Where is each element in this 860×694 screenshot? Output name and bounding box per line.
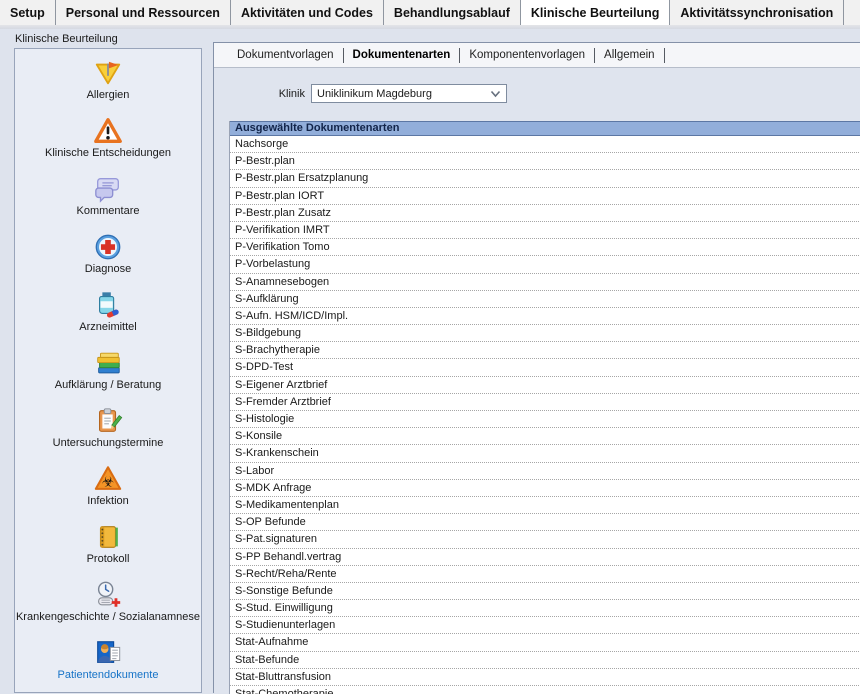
warning-triangle-icon (93, 116, 123, 146)
diagnosis-cross-icon (93, 232, 123, 262)
table-row[interactable]: Nachsorge (230, 136, 860, 153)
sidebar-item-label: Krankengeschichte / Sozialanamnese (16, 611, 200, 623)
patient-document-icon (93, 638, 123, 668)
sidebar-item-klinische-entscheidungen[interactable]: Klinische Entscheidungen (15, 116, 201, 174)
sidebar-item-label: Klinische Entscheidungen (45, 147, 171, 159)
table-row[interactable]: S-Aufklärung (230, 291, 860, 308)
tab-allgemein[interactable]: Allgemein (595, 48, 665, 63)
allergy-flag-icon (93, 58, 123, 88)
sidebar-item-kommentare[interactable]: Kommentare (15, 174, 201, 232)
clipboard-pencil-icon (93, 406, 123, 436)
sidebar-item-label: Aufklärung / Beratung (55, 379, 161, 391)
table-row[interactable]: P-Bestr.plan (230, 153, 860, 170)
table-row[interactable]: S-Labor (230, 463, 860, 480)
main-panel: Dokumentvorlagen Dokumentenarten Kompone… (213, 42, 860, 693)
table-row[interactable]: S-Medikamentenplan (230, 497, 860, 514)
chevron-down-icon (490, 90, 501, 98)
table-row[interactable]: S-PP Behandl.vertrag (230, 549, 860, 566)
klinik-row: Klinik Uniklinikum Magdeburg (229, 84, 507, 103)
tab-dokumentvorlagen[interactable]: Dokumentvorlagen (228, 48, 344, 63)
sidebar-item-untersuchungstermine[interactable]: Untersuchungstermine (15, 406, 201, 464)
biohazard-icon: ☣ (93, 464, 123, 494)
table-row[interactable]: S-DPD-Test (230, 359, 860, 376)
clock-scroll-icon (93, 580, 123, 610)
sidebar-item-aufklaerung-beratung[interactable]: Aufklärung / Beratung (15, 348, 201, 406)
notebook-icon (93, 522, 123, 552)
table-row[interactable]: S-Bildgebung (230, 325, 860, 342)
menubar-divider (0, 25, 860, 29)
table-row[interactable]: P-Bestr.plan Zusatz (230, 205, 860, 222)
sidebar-item-krankengeschichte-sozialanamnese[interactable]: Krankengeschichte / Sozialanamnese (15, 580, 201, 638)
sidebar-item-label: Kommentare (77, 205, 140, 217)
table-row[interactable]: S-Studienunterlagen (230, 617, 860, 634)
table-row[interactable]: S-MDK Anfrage (230, 480, 860, 497)
table-rows: NachsorgeP-Bestr.planP-Bestr.plan Ersatz… (230, 136, 860, 694)
sidebar-item-label: Protokoll (87, 553, 130, 565)
sidebar-item-protokoll[interactable]: Protokoll (15, 522, 201, 580)
svg-text:☣: ☣ (102, 475, 115, 491)
table-column-header: Ausgewählte Dokumentenarten (230, 121, 860, 136)
sidebar-item-allergien[interactable]: Allergien (15, 58, 201, 116)
table-row[interactable]: S-OP Befunde (230, 514, 860, 531)
table-row[interactable]: S-Aufn. HSM/ICD/Impl. (230, 308, 860, 325)
table-row[interactable]: S-Brachytherapie (230, 342, 860, 359)
table-row[interactable]: Stat-Bluttransfusion (230, 669, 860, 686)
table-row[interactable]: S-Sonstige Befunde (230, 583, 860, 600)
comments-icon (93, 174, 123, 204)
menubar-item-aktivitaeten-und-codes[interactable]: Aktivitäten und Codes (231, 0, 384, 25)
table-row[interactable]: P-Verifikation Tomo (230, 239, 860, 256)
menubar-item-behandlungsablauf[interactable]: Behandlungsablauf (384, 0, 521, 25)
klinik-label: Klinik (229, 88, 311, 100)
table-row[interactable]: S-Stud. Einwilligung (230, 600, 860, 617)
table-row[interactable]: P-Verifikation IMRT (230, 222, 860, 239)
klinik-dropdown-value: Uniklinikum Magdeburg (317, 88, 432, 100)
sidebar-list: Allergien Klinische Entscheidungen Komme… (15, 49, 201, 693)
tab-komponentenvorlagen[interactable]: Komponentenvorlagen (460, 48, 595, 63)
sidebar-title: Klinische Beurteilung (15, 33, 118, 45)
sidebar-item-label: Arzneimittel (79, 321, 136, 333)
menubar-item-aktivitaetssynchronisation[interactable]: Aktivitätssynchronisation (670, 0, 844, 25)
books-icon (93, 348, 123, 378)
sidebar-item-diagnose[interactable]: Diagnose (15, 232, 201, 290)
medication-bottle-icon (93, 290, 123, 320)
sidebar-item-infektion[interactable]: ☣ Infektion (15, 464, 201, 522)
menubar-item-personal-und-ressourcen[interactable]: Personal und Ressourcen (56, 0, 231, 25)
tab-dokumentenarten[interactable]: Dokumentenarten (344, 48, 461, 63)
table-row[interactable]: S-Pat.signaturen (230, 531, 860, 548)
table-row[interactable]: Stat-Aufnahme (230, 634, 860, 651)
menubar-item-klinische-beurteilung[interactable]: Klinische Beurteilung (521, 0, 671, 25)
menubar-item-setup[interactable]: Setup (0, 0, 56, 25)
table-row[interactable]: S-Fremder Arztbrief (230, 394, 860, 411)
tabstrip: Dokumentvorlagen Dokumentenarten Kompone… (214, 43, 860, 68)
sidebar-item-arzneimittel[interactable]: Arzneimittel (15, 290, 201, 348)
sidebar-item-label: Infektion (87, 495, 129, 507)
sidebar-item-label: Untersuchungstermine (53, 437, 164, 449)
top-menubar: Setup Personal und Ressourcen Aktivitäte… (0, 0, 860, 25)
sidebar-panel: Allergien Klinische Entscheidungen Komme… (14, 48, 202, 693)
table-row[interactable]: Stat-Befunde (230, 652, 860, 669)
klinik-dropdown[interactable]: Uniklinikum Magdeburg (311, 84, 507, 103)
table-row[interactable]: P-Bestr.plan Ersatzplanung (230, 170, 860, 187)
sidebar-item-label: Diagnose (85, 263, 131, 275)
document-types-table: Ausgewählte Dokumentenarten NachsorgeP-B… (229, 121, 860, 694)
table-row[interactable]: S-Krankenschein (230, 445, 860, 462)
table-row[interactable]: P-Vorbelastung (230, 256, 860, 273)
sidebar-item-label: Allergien (87, 89, 130, 101)
table-row[interactable]: S-Histologie (230, 411, 860, 428)
table-row[interactable]: S-Recht/Reha/Rente (230, 566, 860, 583)
sidebar-item-label: Patientendokumente (58, 669, 159, 681)
sidebar-item-patientendokumente[interactable]: Patientendokumente (15, 638, 201, 693)
table-row[interactable]: P-Bestr.plan IORT (230, 188, 860, 205)
table-row[interactable]: S-Anamnesebogen (230, 274, 860, 291)
table-row[interactable]: S-Eigener Arztbrief (230, 377, 860, 394)
table-row[interactable]: S-Konsile (230, 428, 860, 445)
